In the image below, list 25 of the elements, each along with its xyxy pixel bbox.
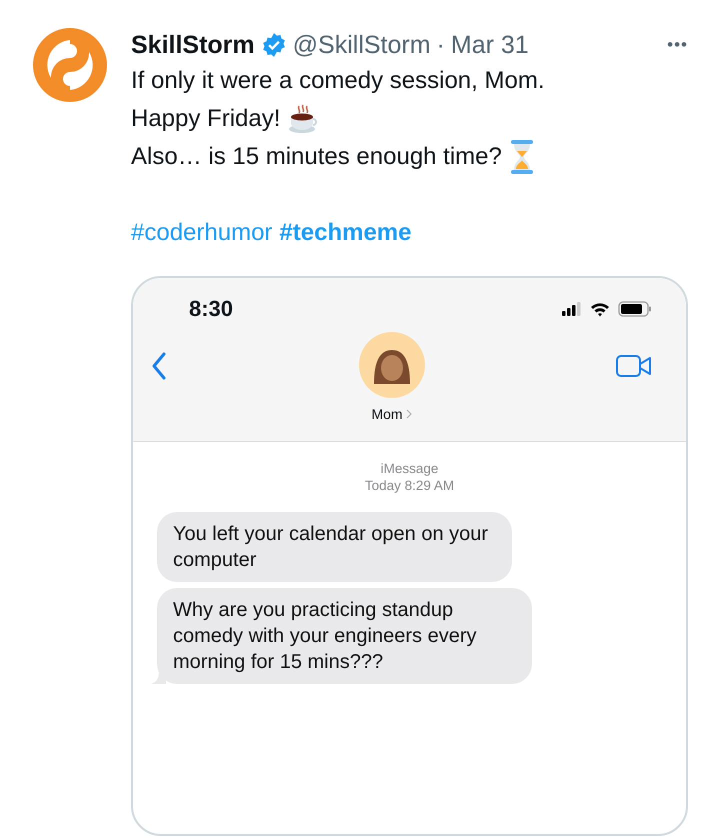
separator-dot: · xyxy=(436,30,445,60)
back-chevron-icon[interactable] xyxy=(151,352,167,380)
message-timestamp: Today 8:29 AM xyxy=(364,477,454,494)
battery-icon xyxy=(618,301,652,317)
brand-logo[interactable] xyxy=(33,28,107,102)
post-date[interactable]: Mar 31 xyxy=(450,30,529,60)
coffee-cup-icon xyxy=(288,104,318,134)
tweet-text-line: Also… is 15 minutes enough time? xyxy=(131,142,502,172)
message-bubble: You left your calendar open on your computer xyxy=(157,512,512,582)
message-bubble: Why are you practicing standup comedy with your engineers every morning for 15 mins??? xyxy=(157,588,532,684)
signal-icon xyxy=(562,302,582,316)
tweet-text-line: Happy Friday! xyxy=(131,104,280,134)
more-options-icon[interactable]: ••• xyxy=(667,35,688,55)
contact-avatar[interactable] xyxy=(358,332,424,398)
screenshot-card[interactable]: 8:30 Mom iMessage Today 8:29 AM You left your calendar open on your computer Why are you practicing standup comedy with your engineers every morning for 15 mins??? xyxy=(131,276,688,836)
video-camera-icon[interactable] xyxy=(616,354,652,378)
status-time: 8:30 xyxy=(189,296,234,322)
author-name[interactable]: SkillStorm xyxy=(131,30,255,60)
author-handle[interactable]: @SkillStorm xyxy=(292,30,431,60)
tweet-text-line: If only it were a comedy session, Mom. xyxy=(131,66,544,96)
hourglass-icon xyxy=(510,139,534,175)
chevron-right-icon xyxy=(406,409,412,419)
service-label: iMessage xyxy=(380,460,438,477)
wifi-icon xyxy=(590,302,610,316)
contact-name[interactable]: Mom xyxy=(371,406,412,422)
